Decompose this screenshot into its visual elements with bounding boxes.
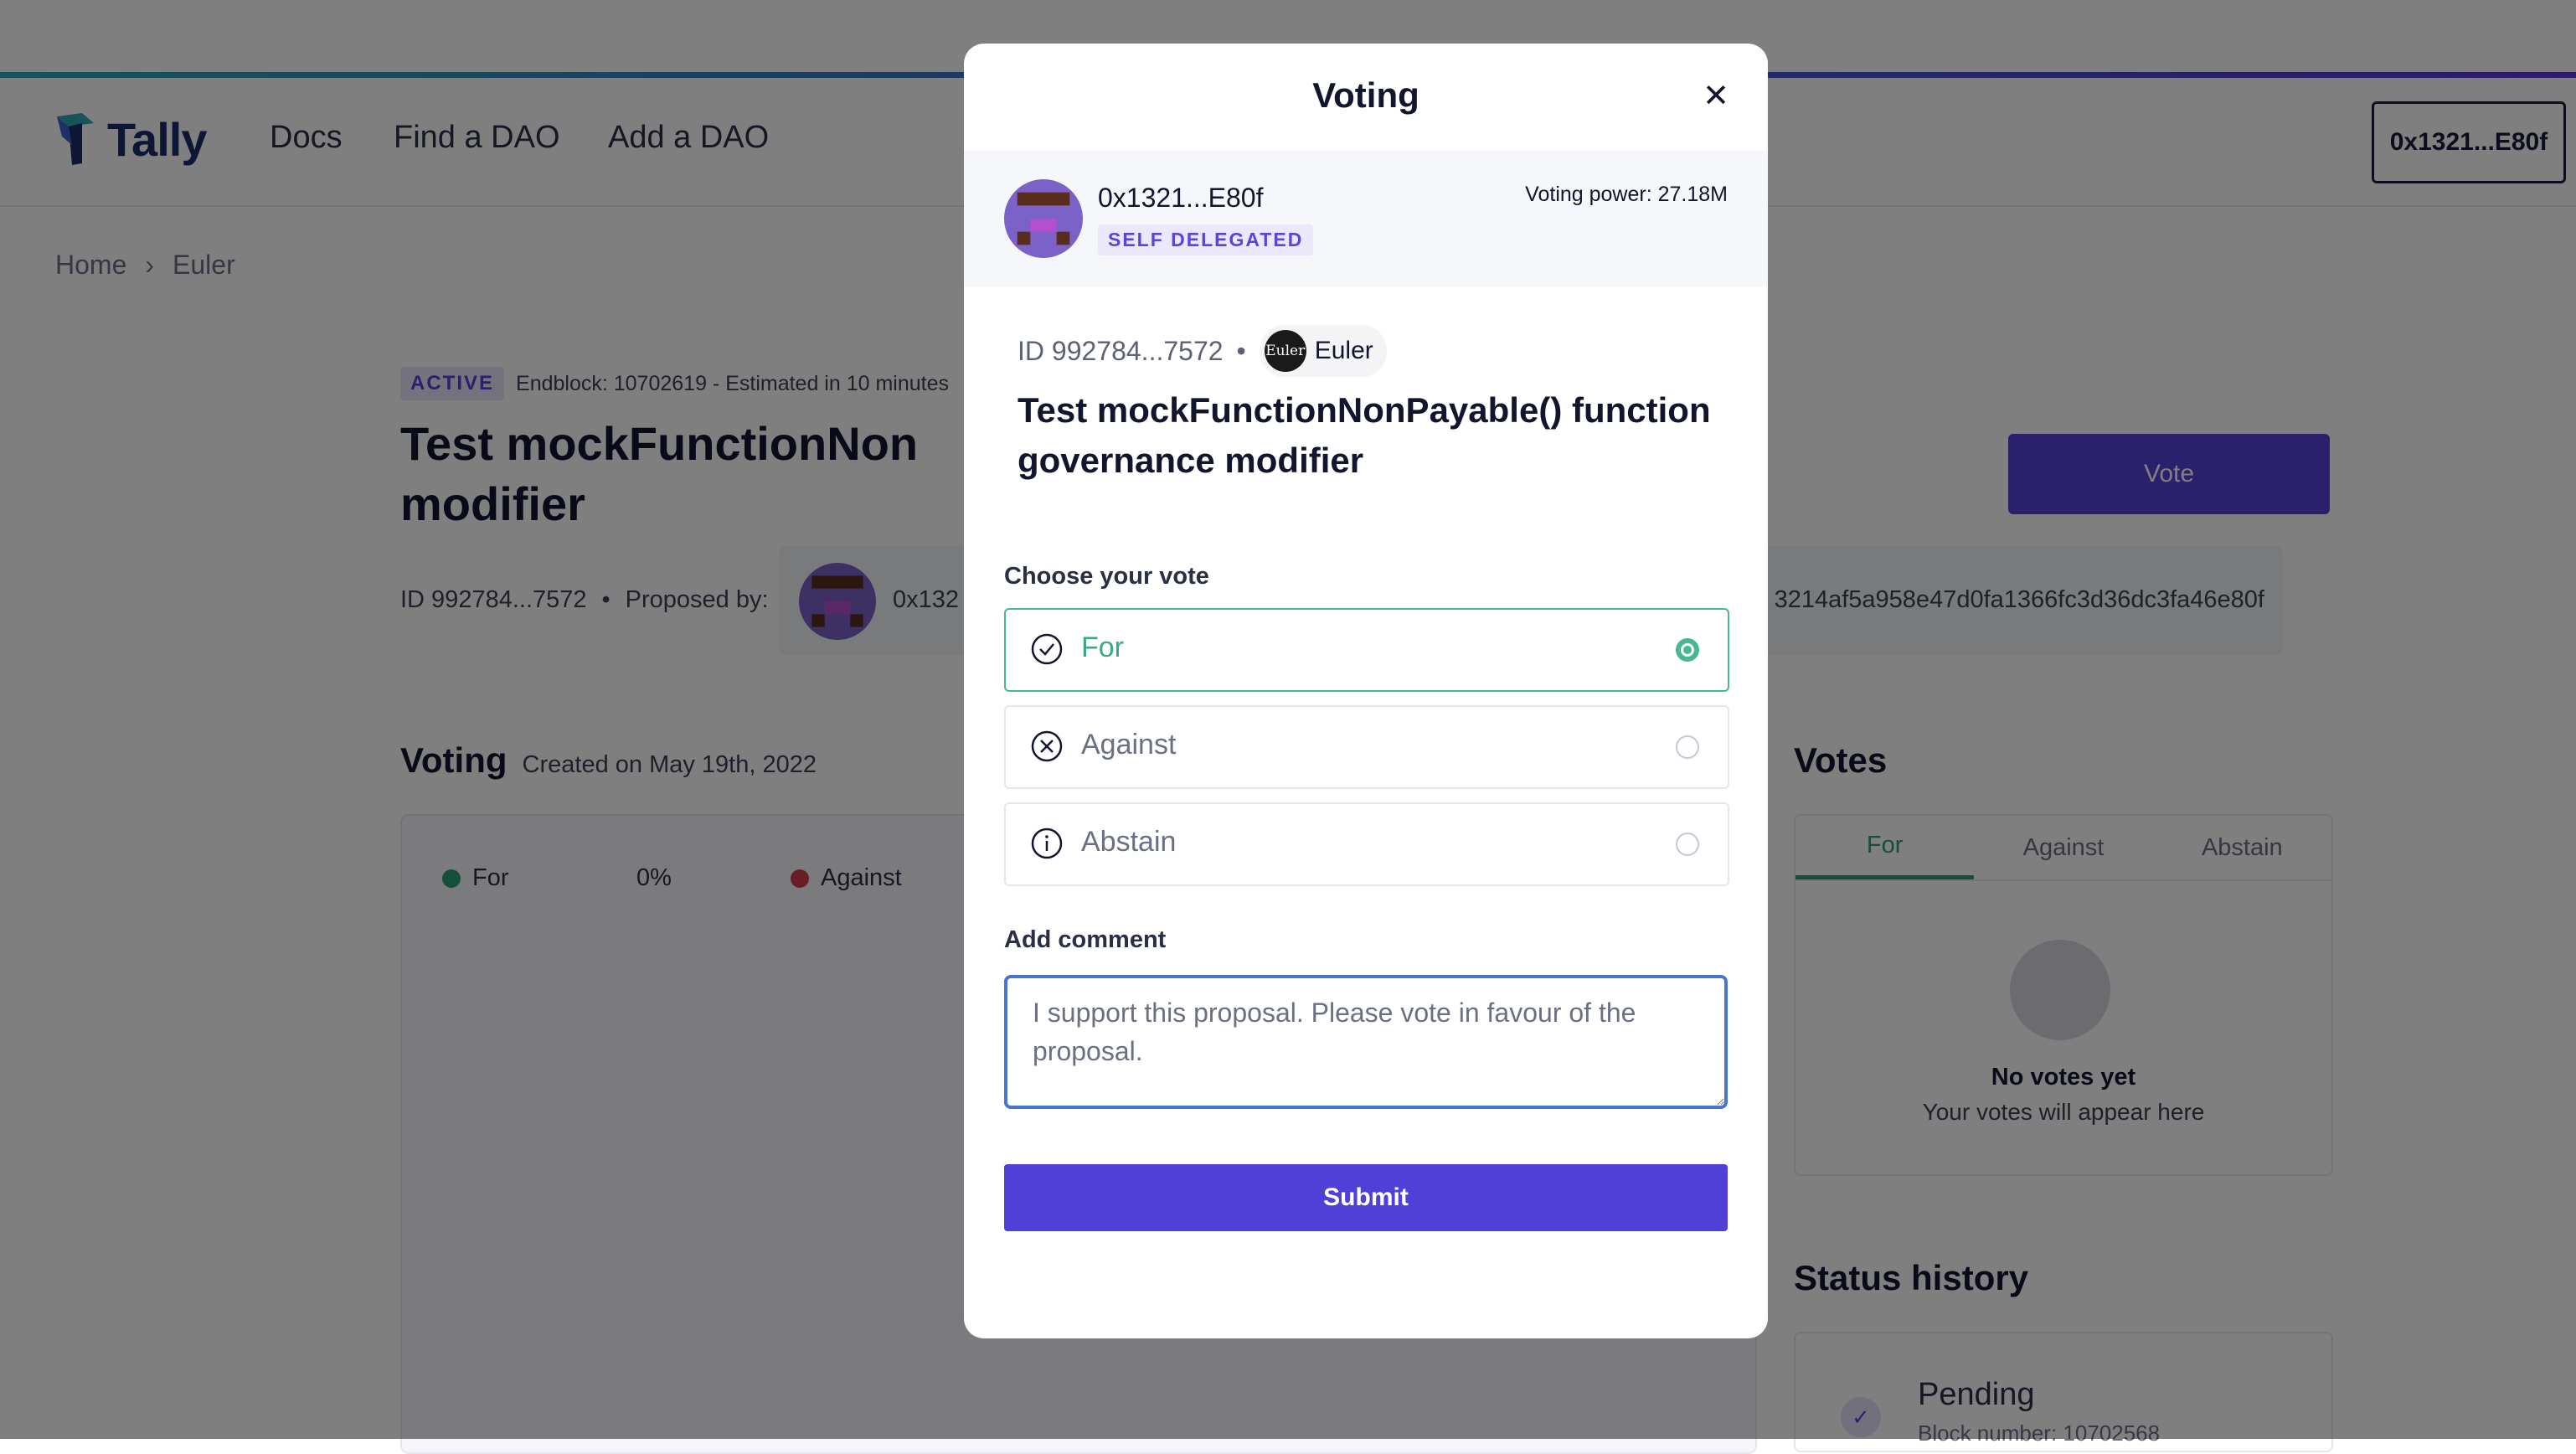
vote-option-for-label: For	[1081, 632, 1124, 663]
vote-option-against[interactable]: Against	[1004, 705, 1729, 789]
modal-proposal-title: Test mockFunctionNonPayable() function g…	[1018, 390, 1711, 480]
vote-option-for[interactable]: For	[1004, 608, 1729, 692]
radio-abstain[interactable]	[1676, 833, 1699, 856]
close-icon[interactable]: ✕	[1701, 79, 1731, 114]
vote-option-against-label: Against	[1081, 729, 1177, 761]
euler-logo-icon: Euler	[1264, 330, 1306, 372]
x-circle-icon	[1031, 730, 1063, 762]
voting-power: Voting power: 27.18M	[1525, 183, 1728, 206]
voting-modal: Voting ✕ 0x1321...E80f SELF DELEGATED Vo…	[964, 44, 1768, 1338]
modal-proposal-id: ID 992784...7572	[1018, 335, 1224, 366]
page: Tally Docs Find a DAO Add a DAO 0x1321..…	[0, 0, 2576, 1454]
separator-dot: •	[1236, 335, 1246, 366]
avatar-icon	[1004, 179, 1083, 258]
dao-chip[interactable]: Euler Euler	[1259, 325, 1387, 377]
dao-name: Euler	[1314, 337, 1373, 364]
modal-title: Voting	[1312, 75, 1419, 115]
modal-proposal-meta: ID 992784...7572 • Euler Euler	[1018, 325, 1387, 377]
info-circle-icon	[1031, 828, 1063, 859]
vote-option-abstain[interactable]: Abstain	[1004, 802, 1729, 886]
comment-label: Add comment	[1004, 926, 1167, 953]
submit-button[interactable]: Submit	[1004, 1164, 1728, 1231]
voter-info: 0x1321...E80f SELF DELEGATED Voting powe…	[964, 151, 1768, 286]
voter-address: 0x1321...E80f	[1098, 183, 1264, 213]
vote-option-abstain-label: Abstain	[1081, 826, 1177, 858]
voter-avatar	[1004, 179, 1083, 258]
comment-textarea[interactable]: I support this proposal. Please vote in …	[1004, 975, 1728, 1109]
radio-against[interactable]	[1676, 735, 1699, 759]
self-delegated-badge: SELF DELEGATED	[1098, 224, 1314, 255]
choose-vote-label: Choose your vote	[1004, 563, 1209, 590]
radio-for[interactable]	[1676, 638, 1699, 662]
check-circle-icon	[1031, 633, 1063, 665]
